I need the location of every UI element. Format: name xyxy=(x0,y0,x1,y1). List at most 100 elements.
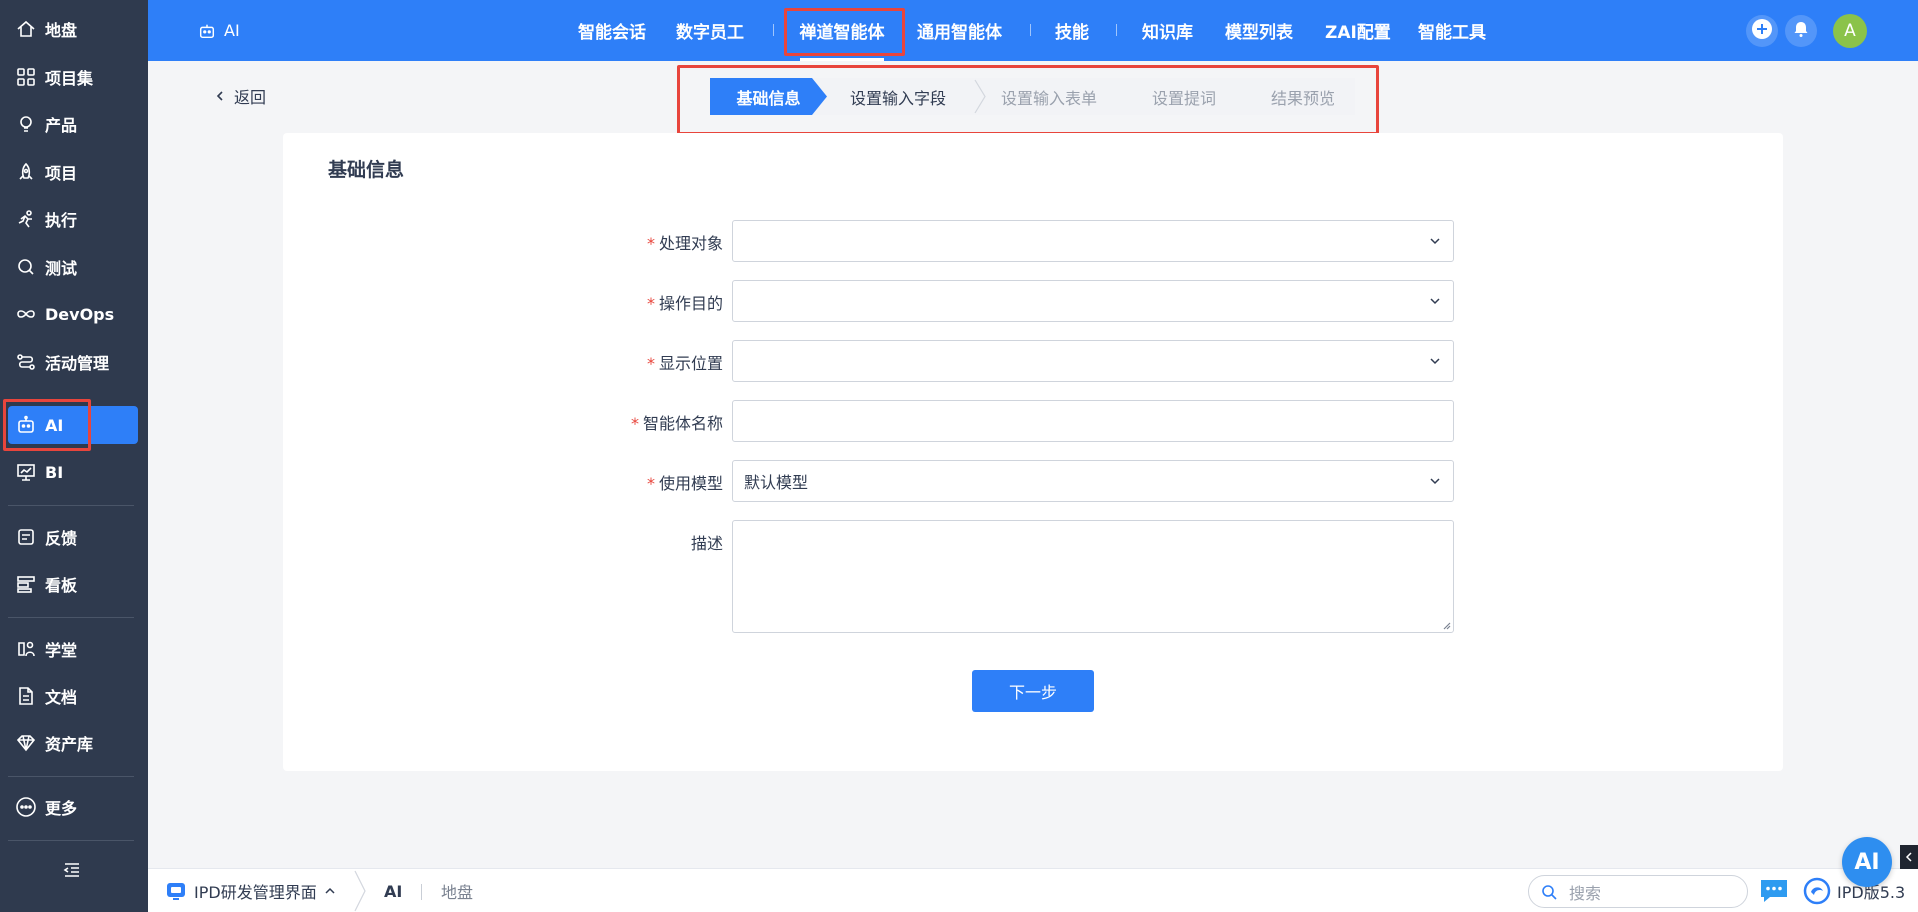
sidebar-item-assets[interactable]: 资产库 xyxy=(8,724,138,762)
top-navbar: AI 智能会话 数字员工 禅道智能体 通用智能体 技能 知识库 模型列表 ZAI… xyxy=(148,0,1918,61)
robot-icon xyxy=(198,22,216,40)
required-mark: * xyxy=(630,414,639,433)
sidebar-item-activity[interactable]: 活动管理 xyxy=(8,343,138,381)
sidebar: 地盘 项目集 产品 项目 执行 测试 DevOps 活动管理 AI BI 反馈 xyxy=(0,0,148,912)
sidebar-divider xyxy=(8,617,134,618)
nav-general-agent[interactable]: 通用智能体 xyxy=(917,0,1002,61)
run-icon xyxy=(15,208,37,230)
target-select[interactable] xyxy=(732,220,1454,262)
search-input[interactable]: 搜索 xyxy=(1528,875,1748,908)
sidebar-item-label: 反馈 xyxy=(45,529,78,548)
agent-name-input[interactable] xyxy=(732,400,1454,442)
sidebar-item-more[interactable]: 更多 xyxy=(8,788,138,826)
sidebar-item-devops[interactable]: DevOps xyxy=(8,295,138,333)
back-button[interactable]: 返回 xyxy=(216,84,266,108)
collapse-sidebar-button[interactable] xyxy=(60,860,84,884)
flow-icon xyxy=(15,351,37,373)
position-select[interactable] xyxy=(732,340,1454,382)
sidebar-item-kanban[interactable]: 看板 xyxy=(8,565,138,603)
sidebar-item-school[interactable]: 学堂 xyxy=(8,630,138,668)
bell-icon xyxy=(1792,20,1810,42)
sidebar-item-label: 测试 xyxy=(45,259,78,278)
messages-button[interactable] xyxy=(1758,878,1790,908)
form-card: 基础信息 * 处理对象 * 操作目的 * 显示位置 * 智能体名称 * 使用模型 默认模型… xyxy=(283,133,1783,771)
chevron-down-icon xyxy=(1430,478,1440,485)
step-basic-info[interactable]: 基础信息 xyxy=(710,78,827,115)
resize-grip-icon xyxy=(1443,622,1451,630)
description-textarea[interactable] xyxy=(732,520,1454,633)
user-avatar[interactable]: A xyxy=(1833,14,1867,48)
create-button[interactable] xyxy=(1746,15,1778,47)
sidebar-item-bi[interactable]: BI xyxy=(8,453,138,491)
nav-knowledge[interactable]: 知识库 xyxy=(1142,0,1193,61)
sidebar-item-project[interactable]: 项目 xyxy=(8,153,138,191)
back-label: 返回 xyxy=(234,88,267,107)
sidebar-item-label: BI xyxy=(45,462,64,482)
chevron-up-icon xyxy=(325,887,335,894)
nav-digital-staff[interactable]: 数字员工 xyxy=(676,0,744,61)
chevron-down-icon xyxy=(1430,238,1440,245)
sidebar-item-ai[interactable]: AI xyxy=(8,406,138,444)
field-label-model: * 使用模型 xyxy=(646,474,723,493)
rocket-icon xyxy=(15,161,37,183)
nav-smart-tools[interactable]: 智能工具 xyxy=(1418,0,1486,61)
notifications-button[interactable] xyxy=(1785,15,1817,47)
sidebar-item-label: 学堂 xyxy=(45,641,78,660)
nav-chat[interactable]: 智能会话 xyxy=(578,0,646,61)
sidebar-item-execution[interactable]: 执行 xyxy=(8,200,138,238)
sidebar-item-label: 执行 xyxy=(45,211,78,230)
sidebar-item-label: DevOps xyxy=(45,304,115,324)
current-app: AI xyxy=(198,0,240,61)
step-input-fields[interactable]: 设置输入字段 xyxy=(850,78,946,115)
nav-zai-config[interactable]: ZAI配置 xyxy=(1325,0,1391,61)
app-name: IPD研发管理界面 xyxy=(194,883,317,902)
sidebar-item-label: AI xyxy=(45,415,64,435)
required-mark: * xyxy=(646,294,655,313)
sidebar-item-label: 项目 xyxy=(45,164,78,183)
chart-icon xyxy=(15,461,37,483)
home-icon xyxy=(15,18,37,40)
sidebar-item-doc[interactable]: 文档 xyxy=(8,677,138,715)
sidebar-divider xyxy=(8,776,134,777)
collapse-icon xyxy=(63,862,81,882)
breadcrumb-dashboard[interactable]: 地盘 xyxy=(441,869,473,912)
form-title: 基础信息 xyxy=(328,159,405,181)
next-step-button[interactable]: 下一步 xyxy=(972,670,1094,712)
sidebar-item-label: 资产库 xyxy=(45,735,94,754)
chevron-left-icon xyxy=(216,90,224,102)
sidebar-item-label: 更多 xyxy=(45,799,78,818)
nav-zentao-agent[interactable]: 禅道智能体 xyxy=(792,0,892,61)
sidebar-item-product[interactable]: 产品 xyxy=(8,105,138,143)
sidebar-item-program[interactable]: 项目集 xyxy=(8,58,138,96)
plus-icon xyxy=(1751,18,1773,44)
field-label-description: 描述 xyxy=(690,534,723,553)
wizard-steps: 基础信息 设置输入字段 设置输入表单 设置提词 结果预览 xyxy=(710,78,1355,115)
infinity-icon xyxy=(15,303,37,325)
model-select[interactable]: 默认模型 xyxy=(732,460,1454,502)
side-panel-toggle[interactable] xyxy=(1900,845,1918,869)
nav-skills[interactable]: 技能 xyxy=(1055,0,1089,61)
chat-icon xyxy=(1761,880,1787,902)
step-prompt[interactable]: 设置提词 xyxy=(1152,78,1216,115)
sidebar-item-label: 文档 xyxy=(45,688,78,707)
sidebar-item-dashboard[interactable]: 地盘 xyxy=(8,10,138,48)
sidebar-item-feedback[interactable]: 反馈 xyxy=(8,518,138,556)
grid-icon xyxy=(15,66,37,88)
sidebar-item-label: 看板 xyxy=(45,576,78,595)
step-preview[interactable]: 结果预览 xyxy=(1271,78,1335,115)
nav-models[interactable]: 模型列表 xyxy=(1225,0,1293,61)
purpose-select[interactable] xyxy=(732,280,1454,322)
step-input-form[interactable]: 设置输入表单 xyxy=(1001,78,1097,115)
app-label: AI xyxy=(224,21,240,40)
app-switcher[interactable]: IPD研发管理界面 xyxy=(166,869,335,912)
board-icon xyxy=(15,573,37,595)
breadcrumb-ai[interactable]: AI xyxy=(384,869,402,912)
more-icon xyxy=(15,796,37,818)
ai-assistant-button[interactable]: AI xyxy=(1842,837,1892,887)
sidebar-item-test[interactable]: 测试 xyxy=(8,248,138,286)
sidebar-item-label: 地盘 xyxy=(45,21,78,40)
field-label-agent-name: * 智能体名称 xyxy=(630,414,723,433)
field-label-purpose: * 操作目的 xyxy=(646,294,723,313)
sidebar-item-label: 项目集 xyxy=(45,69,94,88)
nav-divider xyxy=(773,24,774,36)
